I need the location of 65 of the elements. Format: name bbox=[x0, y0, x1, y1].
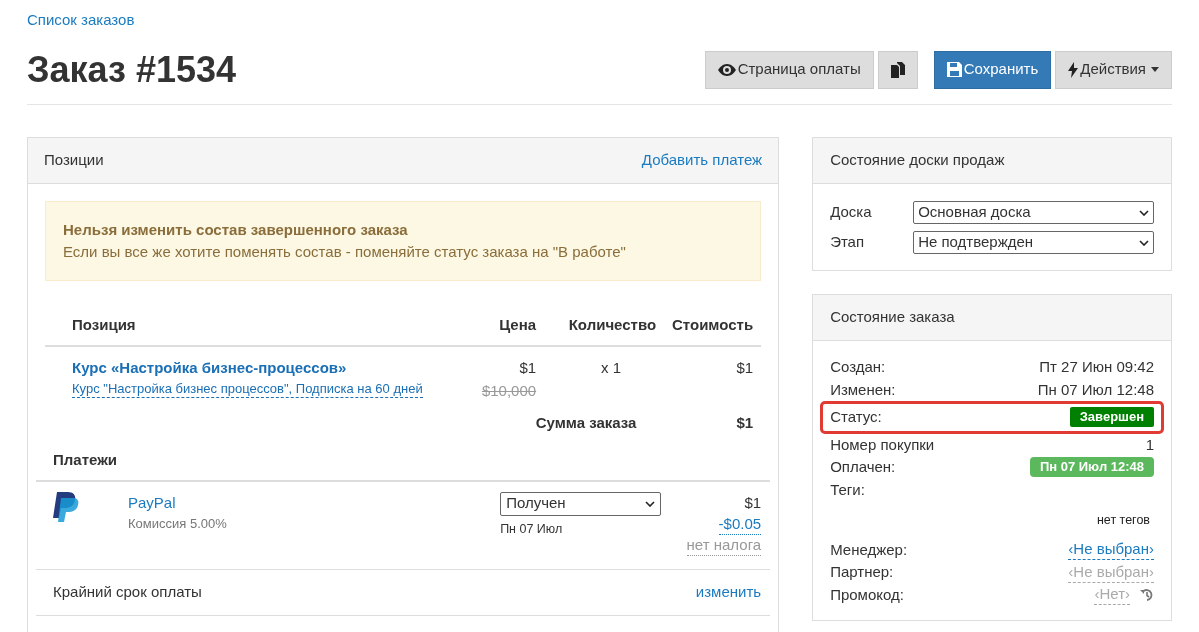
status-select[interactable]: Получен bbox=[500, 491, 662, 516]
field-label: Теги: bbox=[830, 479, 866, 500]
select-field[interactable]: Основная доска bbox=[913, 201, 1154, 224]
add-payment-link[interactable]: Добавить платеж bbox=[641, 149, 763, 172]
field-label: Доска bbox=[830, 202, 873, 223]
copy-button[interactable] bbox=[877, 50, 918, 89]
cost-text: $1 bbox=[736, 358, 754, 378]
caret-icon bbox=[1151, 67, 1159, 72]
tags-text: нет тегов bbox=[1096, 512, 1150, 529]
deadline-label: Крайний срок оплаты bbox=[53, 581, 202, 602]
change-link[interactable]: изменить bbox=[695, 580, 762, 604]
payment-date: Пн 07 Июл bbox=[500, 520, 563, 538]
chevron-icon bbox=[1139, 209, 1149, 216]
page-title: Заказ #1534 bbox=[27, 47, 237, 92]
field-label: Оплачен: bbox=[830, 457, 896, 477]
field-label: Менеджер: bbox=[830, 539, 908, 560]
copy-icon bbox=[890, 61, 905, 78]
paypal-logo-icon bbox=[53, 491, 79, 522]
amount-text: $1 bbox=[744, 492, 762, 513]
status-badge: Завершен bbox=[1069, 407, 1154, 428]
column-header: Стоимость bbox=[671, 314, 755, 335]
breadcrumb-link[interactable]: Список заказов bbox=[27, 9, 135, 31]
product-link[interactable]: Курс «Настройка бизнес-процессов» bbox=[72, 357, 347, 380]
eye-button[interactable]: Страница оплаты bbox=[704, 50, 874, 89]
fee-link[interactable]: -$0.05 bbox=[718, 514, 762, 535]
partner-link[interactable]: ‹Не выбран› bbox=[1068, 561, 1154, 583]
select-field[interactable]: Не подтвержден bbox=[913, 231, 1154, 254]
save-button[interactable]: Сохранить bbox=[933, 50, 1052, 89]
bolt-button[interactable]: Действия bbox=[1055, 50, 1172, 89]
field-value: 1 bbox=[1145, 434, 1154, 455]
field-value: Пт 27 Июн 09:42 bbox=[1039, 357, 1154, 377]
quantity-text: x 1 bbox=[601, 358, 622, 378]
product-details-link[interactable]: Курс "Настройка бизнес процессов", Подписка на 60 дней bbox=[72, 379, 423, 398]
total-label: Сумма заказа bbox=[535, 412, 637, 433]
field-value: Пн 07 Июл 12:48 bbox=[1037, 379, 1154, 400]
chevron-icon bbox=[645, 500, 656, 507]
alert-text: Если вы все же хотите поменять состав - поменяйте статус заказа на "В работе" bbox=[63, 242, 627, 262]
field-label: Этап bbox=[830, 232, 866, 253]
field-label: Партнер: bbox=[830, 562, 894, 582]
payment-method-link[interactable]: PayPal bbox=[128, 491, 176, 514]
save-icon bbox=[946, 62, 962, 77]
section-title: Платежи bbox=[36, 439, 117, 482]
panel-title: Состояние доски продаж bbox=[830, 150, 1005, 171]
field-label: Статус: bbox=[830, 407, 882, 427]
commission-text: Комиссия 5.00% bbox=[128, 515, 228, 533]
history-icon[interactable] bbox=[1140, 587, 1154, 602]
field-label: Создан: bbox=[830, 357, 886, 377]
chevron-icon bbox=[1139, 239, 1149, 246]
price-text: $1 bbox=[519, 358, 537, 378]
panel-title: Состояние заказа bbox=[830, 307, 955, 328]
column-header: Цена bbox=[498, 314, 537, 335]
status-badge: Пн 07 Июл 12:48 bbox=[1029, 457, 1154, 478]
total-value: $1 bbox=[736, 412, 755, 433]
column-header: Позиция bbox=[71, 314, 137, 335]
eye-icon bbox=[717, 63, 736, 76]
column-header: Количество bbox=[567, 314, 657, 335]
field-label: Изменен: bbox=[830, 379, 896, 400]
panel-title: Позиции bbox=[44, 150, 104, 171]
lightning-icon bbox=[1068, 61, 1079, 78]
manager-link[interactable]: ‹Не выбран› bbox=[1068, 539, 1154, 561]
field-label: Промокод: bbox=[830, 584, 904, 605]
field-label: Номер покупки bbox=[830, 434, 935, 455]
old-price-text: $10,000 bbox=[481, 380, 537, 401]
tax-link[interactable]: нет налога bbox=[686, 535, 762, 556]
alert-title: Нельзя изменить состав завершенного заказа bbox=[63, 220, 409, 240]
